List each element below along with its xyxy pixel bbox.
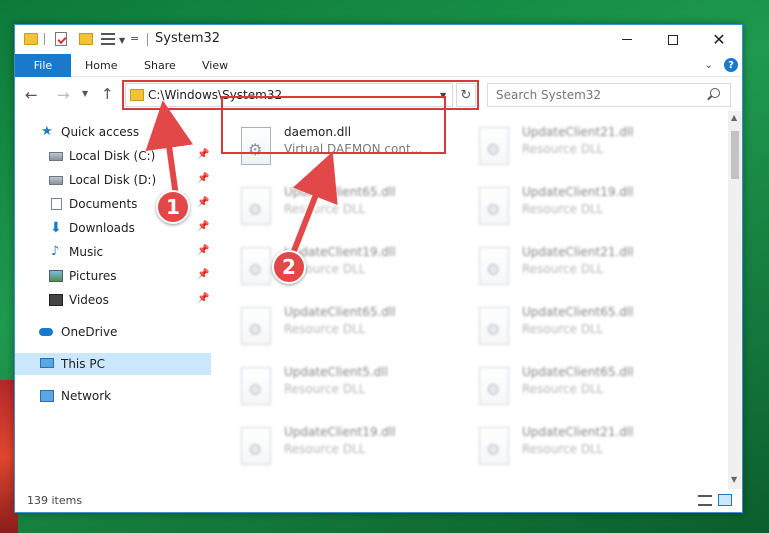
- step-2-badge: 2: [272, 250, 306, 284]
- step-1-badge: 1: [156, 190, 190, 224]
- arrow-2: [289, 151, 338, 259]
- annotation-arrows: [145, 100, 338, 261]
